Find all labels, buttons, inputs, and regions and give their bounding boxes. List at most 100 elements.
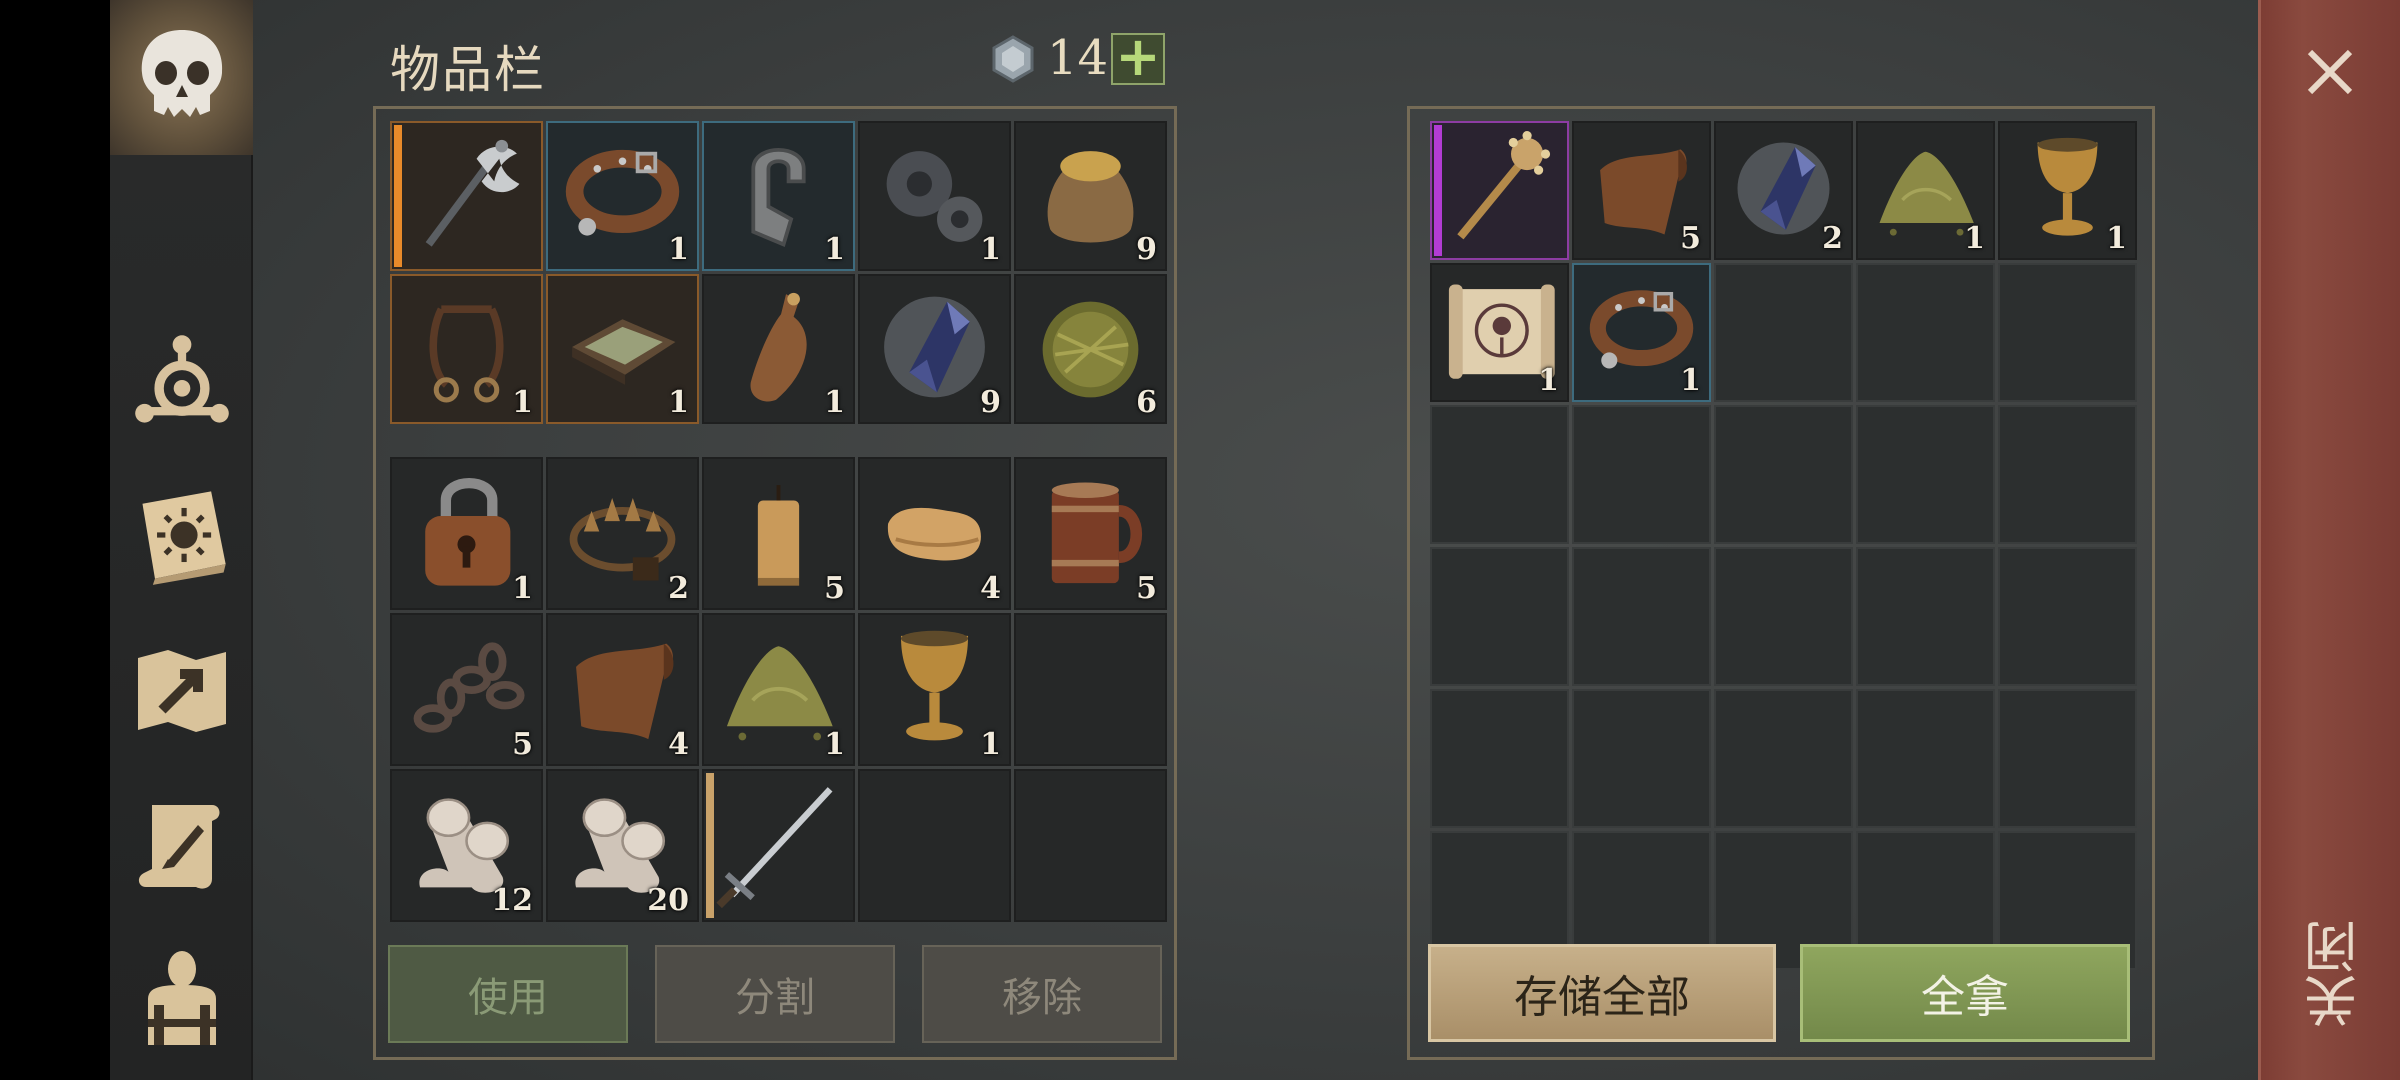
gem-icon [988,34,1038,84]
use-button[interactable]: 使用 [388,945,628,1043]
item-slot[interactable]: 4 [858,457,1011,610]
crafting-icon[interactable] [122,325,242,435]
sidebar [110,0,253,1080]
item-slot[interactable]: 5 [1014,457,1167,610]
item-count: 1 [980,727,1001,762]
empty-slot[interactable] [1998,263,2137,402]
empty-slot[interactable] [1714,263,1853,402]
item-count: 1 [824,232,845,267]
empty-slot[interactable] [1998,689,2137,828]
item-slot[interactable]: 1 [1998,121,2137,260]
item-count: 1 [824,727,845,762]
inventory-title: 物品栏 [390,41,546,99]
empty-slot[interactable] [1856,689,1995,828]
skull-icon [122,20,242,130]
item-slot[interactable]: 1 [1856,121,1995,260]
item-count: 1 [980,232,1001,267]
empty-slot[interactable] [1430,405,1569,544]
empty-slot[interactable] [1430,689,1569,828]
item-slot[interactable]: 1 [702,613,855,766]
item-count: 6 [1136,385,1157,420]
item-slot[interactable]: 12 [390,769,543,922]
empty-slot[interactable] [1714,405,1853,544]
split-button[interactable]: 分割 [655,945,895,1043]
store-all-button[interactable]: 存储全部 [1428,944,1776,1042]
screen-edge [0,0,110,1080]
item-count: 4 [668,727,689,762]
gem-count: 14 [1047,30,1109,86]
item-slot[interactable]: 1 [390,457,543,610]
empty-slot[interactable] [1856,263,1995,402]
empty-slot[interactable] [1572,405,1711,544]
close-label[interactable]: 关闭 [2296,920,2367,1028]
item-slot[interactable]: 1 [390,274,543,424]
item-count: 5 [1136,571,1157,606]
empty-slot[interactable] [1856,405,1995,544]
sword-icon [716,787,833,908]
map-icon[interactable] [122,635,242,745]
remove-button[interactable]: 移除 [922,945,1162,1043]
item-count: 1 [824,385,845,420]
item-slot[interactable]: 9 [858,274,1011,424]
item-slot[interactable]: 1 [858,613,1011,766]
durability-bar [394,125,402,267]
battle-axe-icon [425,139,520,247]
item-count: 1 [1964,221,1985,256]
empty-slot[interactable] [1430,547,1569,686]
item-count: 1 [1680,363,1701,398]
item-count: 1 [512,385,533,420]
item-count: 1 [668,232,689,267]
empty-slot[interactable] [1572,689,1711,828]
book-sun-icon[interactable] [122,480,242,590]
empty-slot[interactable] [858,769,1011,922]
empty-slot[interactable] [1014,613,1167,766]
item-slot[interactable]: 1 [702,274,855,424]
character-icon[interactable] [122,945,242,1055]
empty-slot[interactable] [1998,405,2137,544]
item-slot[interactable]: 1 [1430,263,1569,402]
quest-scroll-icon[interactable] [122,790,242,900]
empty-slot[interactable] [1572,547,1711,686]
item-slot[interactable]: 5 [1572,121,1711,260]
item-count: 9 [1136,232,1157,267]
item-slot[interactable]: 1 [546,274,699,424]
item-slot[interactable]: 5 [390,613,543,766]
item-slot[interactable]: 6 [1014,274,1167,424]
close-icon[interactable] [2300,42,2360,102]
take-all-button[interactable]: 全拿 [1800,944,2130,1042]
add-gems-button[interactable]: + [1111,30,1165,85]
item-slot[interactable]: 1 [858,121,1011,271]
empty-slot[interactable] [1714,689,1853,828]
item-count: 1 [668,385,689,420]
item-count: 5 [1680,221,1701,256]
item-count: 2 [1822,221,1843,256]
item-slot[interactable] [390,121,543,271]
item-slot[interactable]: 1 [1572,263,1711,402]
item-slot[interactable]: 9 [1014,121,1167,271]
item-count: 4 [980,571,1001,606]
item-count: 5 [824,571,845,606]
item-slot[interactable]: 20 [546,769,699,922]
item-count: 20 [647,883,689,918]
item-count: 5 [512,727,533,762]
durability-bar [706,773,714,918]
item-slot[interactable]: 5 [702,457,855,610]
item-slot[interactable]: 2 [546,457,699,610]
item-slot[interactable] [702,769,855,922]
empty-slot[interactable] [1856,547,1995,686]
bag-grid: 1 2 5 4 5 5 4 1 1 12 20 [390,457,1167,922]
item-count: 1 [2106,221,2127,256]
sidebar-skull-tab[interactable] [110,0,253,155]
item-slot[interactable]: 1 [546,121,699,271]
item-slot[interactable]: 1 [702,121,855,271]
empty-slot[interactable] [1014,769,1167,922]
close-panel[interactable] [2258,0,2400,1080]
empty-slot[interactable] [1714,547,1853,686]
equipment-grid: 1 1 1 9 1 1 1 9 6 [390,121,1167,424]
item-slot[interactable] [1430,121,1569,260]
item-slot[interactable]: 4 [546,613,699,766]
item-count: 1 [1538,363,1559,398]
empty-slot[interactable] [1998,547,2137,686]
item-slot[interactable]: 2 [1714,121,1853,260]
mace-icon [1457,131,1551,240]
